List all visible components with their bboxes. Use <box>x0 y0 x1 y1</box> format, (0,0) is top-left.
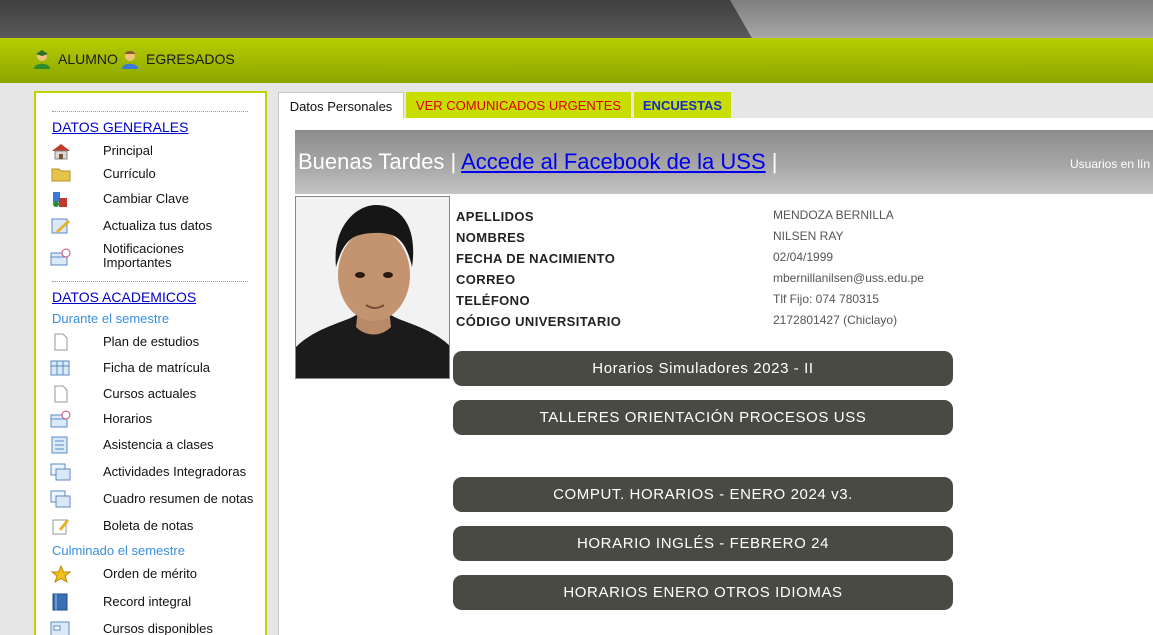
comput-horarios-button[interactable]: COMPUT. HORARIOS - ENERO 2024 v3. <box>453 477 953 512</box>
sidebar-item-notificaciones[interactable]: Notificaciones Importantes <box>50 242 255 270</box>
sidebar-item-actividades-integradoras[interactable]: Actividades Integradoras <box>50 463 255 481</box>
windows-icon <box>50 490 71 508</box>
value-fecha-nacimiento: 02/04/1999 <box>773 250 834 264</box>
graduate-icon <box>122 51 138 69</box>
sidebar-item-cursos-disponibles[interactable]: Cursos disponibles <box>50 620 255 635</box>
header-decoration <box>730 0 1153 38</box>
list-icon <box>51 436 68 454</box>
label-correo: CORREO <box>456 272 516 287</box>
talleres-orientacion-button[interactable]: TALLERES ORIENTACIÓN PROCESOS USS <box>453 400 953 435</box>
divider <box>52 281 248 282</box>
value-codigo-universitario: 2172801427 (Chiclayo) <box>773 313 898 327</box>
subtitle-culminado-semestre: Culminado el semestre <box>52 543 185 558</box>
sidebar-item-boleta-notas[interactable]: Boleta de notas <box>50 517 255 535</box>
section-datos-generales[interactable]: DATOS GENERALES <box>52 119 188 135</box>
student-photo <box>295 196 450 379</box>
section-datos-academicos[interactable]: DATOS ACADEMICOS <box>52 289 196 305</box>
sidebar-item-label: Currículo <box>103 166 156 181</box>
house-icon <box>52 144 70 160</box>
greeting-separator: | <box>771 149 778 174</box>
sidebar-item-label: Principal <box>103 143 153 158</box>
greeting-text: Buenas Tardes | <box>298 149 457 174</box>
online-users: Usuarios en lín <box>1070 157 1151 171</box>
label-fecha-nacimiento: FECHA DE NACIMIENTO <box>456 251 616 266</box>
sidebar-item-label: Horarios <box>103 411 153 426</box>
document-icon <box>54 385 68 403</box>
key-icon <box>53 192 67 207</box>
sidebar-item-label: Record integral <box>103 594 192 609</box>
sidebar-item-cuadro-resumen[interactable]: Cuadro resumen de notas <box>50 490 255 508</box>
sidebar-item-label: Actualiza tus datos <box>103 218 213 233</box>
calendar-clock-icon <box>50 410 71 428</box>
sidebar-item-plan-estudios[interactable]: Plan de estudios <box>50 333 255 351</box>
windows-icon <box>50 463 71 481</box>
notepad-icon <box>52 519 69 535</box>
sidebar-item-asistencia[interactable]: Asistencia a clases <box>50 436 255 454</box>
sidebar-item-curriculo[interactable]: Currículo <box>50 165 255 183</box>
form-icon <box>50 621 70 635</box>
nav-egresados-label: EGRESADOS <box>146 51 235 67</box>
greeting: Buenas Tardes | Accede al Facebook de la… <box>298 149 777 175</box>
calendar-clock-icon <box>50 248 71 266</box>
sidebar-item-label: Cuadro resumen de notas <box>103 491 254 506</box>
value-nombres: NILSEN RAY <box>773 229 844 243</box>
sidebar-item-record-integral[interactable]: Record integral <box>50 593 255 611</box>
sidebar-item-label: Plan de estudios <box>103 334 200 349</box>
label-telefono: TELÉFONO <box>456 293 530 308</box>
label-nombres: NOMBRES <box>456 230 526 245</box>
value-telefono: Tlf Fijo: 074 780315 <box>773 292 880 306</box>
sidebar-item-principal[interactable]: Principal <box>50 142 255 160</box>
sidebar: DATOS GENERALES Principal Currículo Camb… <box>34 91 267 635</box>
horarios-simuladores-button[interactable]: Horarios Simuladores 2023 - II <box>453 351 953 386</box>
edit-icon <box>51 218 70 234</box>
facebook-link[interactable]: Accede al Facebook de la USS <box>461 149 766 174</box>
sidebar-item-actualiza-datos[interactable]: Actualiza tus datos <box>50 217 255 235</box>
student-icon <box>34 50 50 69</box>
divider <box>52 111 248 112</box>
sidebar-item-label: Boleta de notas <box>103 518 194 533</box>
sidebar-item-label: Notificaciones Importantes <box>103 241 184 270</box>
horarios-otros-idiomas-button[interactable]: HORARIOS ENERO OTROS IDIOMAS <box>453 575 953 610</box>
folder-icon <box>51 168 71 182</box>
table-icon <box>50 360 70 376</box>
sidebar-item-label: Asistencia a clases <box>103 437 214 452</box>
value-apellidos: MENDOZA BERNILLA <box>773 208 894 222</box>
sidebar-item-label: Cursos disponibles <box>103 621 213 635</box>
tab-encuestas[interactable]: ENCUESTAS <box>634 92 731 119</box>
nav-bar: ALUMNO EGRESADOS <box>0 38 1153 83</box>
sidebar-item-orden-merito[interactable]: Orden de mérito <box>50 565 255 583</box>
tab-datos-personales[interactable]: Datos Personales <box>278 92 404 119</box>
tab-comunicados-urgentes[interactable]: VER COMUNICADOS URGENTES <box>406 92 631 119</box>
nav-egresados[interactable]: EGRESADOS <box>120 47 235 71</box>
document-icon <box>54 333 68 351</box>
top-header <box>0 0 1153 38</box>
nav-alumno[interactable]: ALUMNO <box>32 47 118 71</box>
sidebar-item-cambiar-clave[interactable]: Cambiar Clave <box>50 190 255 208</box>
nav-alumno-label: ALUMNO <box>58 51 118 67</box>
value-correo: mbernillanilsen@uss.edu.pe <box>773 271 924 285</box>
subtitle-durante-semestre: Durante el semestre <box>52 311 170 326</box>
student-portrait-image <box>296 197 449 378</box>
sidebar-item-horarios[interactable]: Horarios <box>50 410 255 428</box>
medal-icon <box>50 565 72 583</box>
main-content: Buenas Tardes | Accede al Facebook de la… <box>278 118 1153 635</box>
sidebar-item-label: Orden de mérito <box>103 566 197 581</box>
label-codigo-universitario: CÓDIGO UNIVERSITARIO <box>456 314 622 329</box>
label-apellidos: APELLIDOS <box>456 209 534 224</box>
horario-ingles-button[interactable]: HORARIO INGLÉS - FEBRERO 24 <box>453 526 953 561</box>
sidebar-item-label: Actividades Integradoras <box>103 464 247 479</box>
sidebar-item-label: Cambiar Clave <box>103 191 189 206</box>
sidebar-item-cursos-actuales[interactable]: Cursos actuales <box>50 385 255 403</box>
greeting-bar: Buenas Tardes | Accede al Facebook de la… <box>295 130 1153 194</box>
sidebar-item-label: Ficha de matrícula <box>103 360 210 375</box>
book-icon <box>52 593 68 611</box>
sidebar-item-label: Cursos actuales <box>103 386 197 401</box>
sidebar-item-ficha-matricula[interactable]: Ficha de matrícula <box>50 359 255 377</box>
